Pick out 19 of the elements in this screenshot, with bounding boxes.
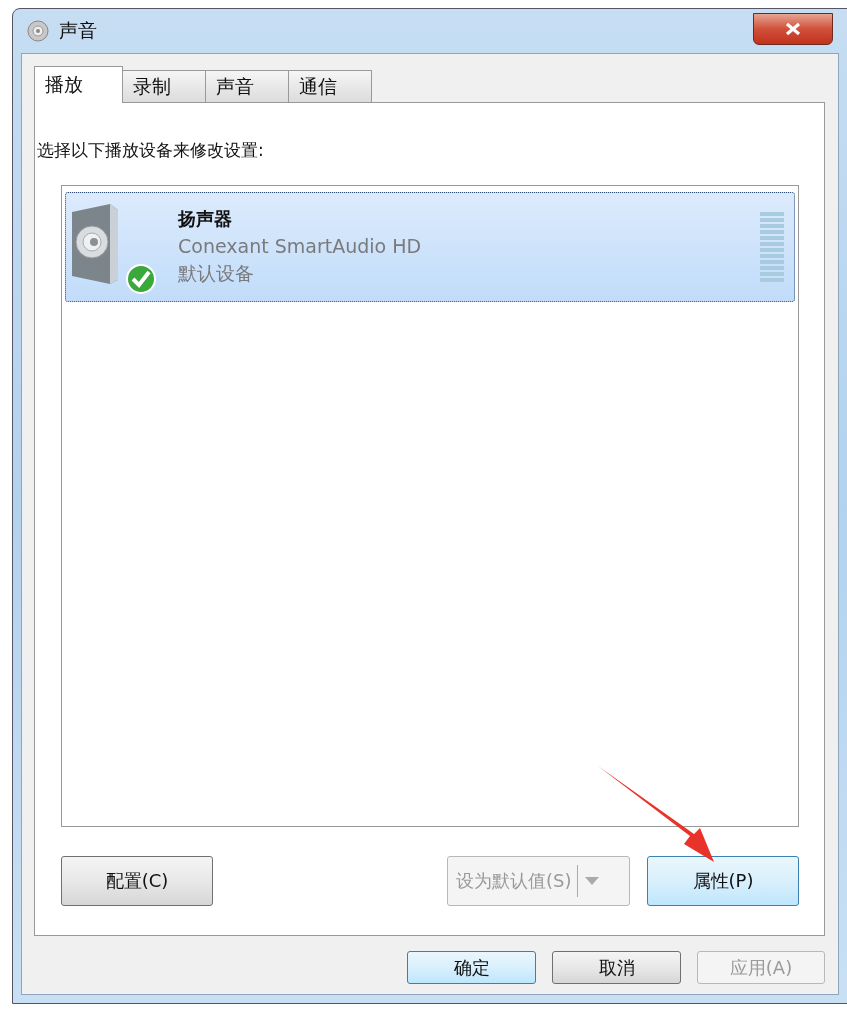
tab[interactable]: 录制 xyxy=(122,70,206,102)
dropdown-caret-icon xyxy=(584,876,601,886)
tab[interactable]: 通信 xyxy=(288,70,372,102)
window-title: 声音 xyxy=(59,18,97,43)
tab[interactable]: 声音 xyxy=(205,70,289,102)
dialog-button[interactable]: 确定 xyxy=(407,951,536,984)
device-item[interactable]: 扬声器 Conexant SmartAudio HD 默认设备 xyxy=(65,192,795,302)
device-driver: Conexant SmartAudio HD xyxy=(178,235,423,257)
device-name: 扬声器 xyxy=(178,207,233,231)
close-button[interactable] xyxy=(753,13,833,45)
device-status: 默认设备 xyxy=(178,261,255,286)
speaker-icon xyxy=(27,20,49,42)
dialog-button[interactable]: 取消 xyxy=(552,951,681,984)
instruction-text: 选择以下播放设备来修改设置: xyxy=(37,139,265,162)
level-meter-icon xyxy=(760,212,784,282)
close-icon xyxy=(784,22,802,36)
panel-button[interactable]: 配置(C) xyxy=(61,856,213,906)
tab[interactable]: 播放 xyxy=(34,66,123,103)
panel-button[interactable]: 属性(P) xyxy=(647,856,799,906)
